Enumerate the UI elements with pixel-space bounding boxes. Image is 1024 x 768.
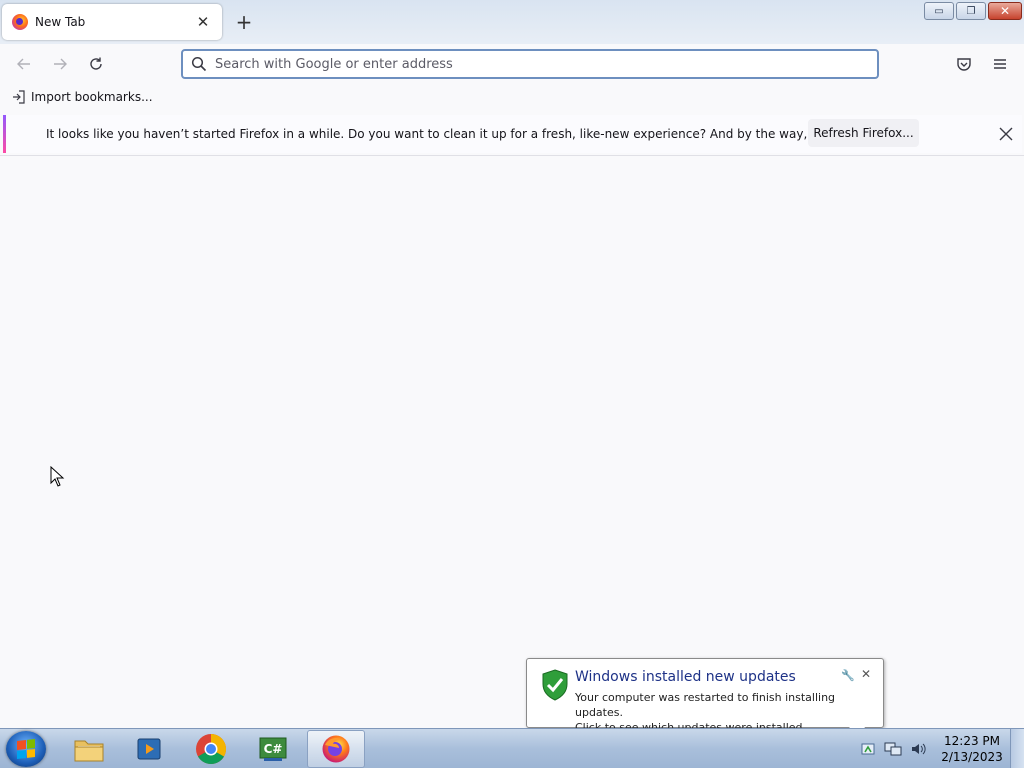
forward-button[interactable] [48, 52, 72, 76]
start-button[interactable] [6, 731, 46, 767]
firefox-icon [12, 14, 28, 30]
tab-strip: New Tab ✕ + ▭ ❐ ✕ [0, 0, 1024, 44]
search-input[interactable] [215, 56, 877, 72]
bookmarks-toolbar: Import bookmarks... [0, 84, 1024, 114]
clock-date: 2/13/2023 [941, 750, 1003, 764]
network-icon[interactable] [884, 741, 902, 757]
forward-arrow-icon [54, 58, 67, 70]
taskbar-csharp[interactable]: C# [244, 730, 302, 768]
notification-message: It looks like you haven’t started Firefo… [46, 127, 902, 141]
windows-update-balloon[interactable]: Windows installed new updates Your compu… [526, 658, 884, 737]
reload-button[interactable] [84, 52, 108, 76]
import-bookmarks-button[interactable]: Import bookmarks... [12, 90, 153, 104]
chrome-icon [196, 734, 227, 765]
import-bookmarks-label: Import bookmarks... [31, 90, 153, 104]
mouse-pointer-icon [50, 466, 65, 487]
window-controls: ▭ ❐ ✕ [924, 2, 1022, 20]
back-button[interactable] [12, 52, 36, 76]
taskbar-chrome[interactable] [182, 730, 240, 768]
balloon-title: Windows installed new updates [575, 669, 796, 685]
taskbar-media-player[interactable] [120, 730, 178, 768]
taskbar-firefox[interactable] [307, 730, 365, 768]
balloon-body-line-1: Your computer was restarted to finish in… [575, 691, 836, 719]
taskbar: C# 12:23 PM 2/13/2023 [0, 728, 1024, 768]
balloon-close-button[interactable]: ✕ [861, 667, 871, 681]
windows-logo-icon [17, 739, 35, 759]
notification-close-button[interactable] [996, 124, 1016, 144]
tab-title: New Tab [35, 15, 86, 29]
search-icon [191, 56, 207, 72]
folder-icon [74, 740, 104, 762]
taskbar-clock[interactable]: 12:23 PM 2/13/2023 [940, 733, 1004, 765]
clock-time: 12:23 PM [944, 734, 1000, 748]
system-tray [860, 729, 928, 768]
tab-close-button[interactable]: ✕ [194, 13, 212, 31]
navigation-toolbar [0, 44, 1024, 84]
pocket-icon [957, 58, 971, 71]
show-desktop-button[interactable] [1010, 729, 1024, 768]
restore-button[interactable]: ❐ [956, 2, 986, 20]
update-notification-icon[interactable] [860, 741, 876, 757]
hamburger-menu-icon [994, 59, 1006, 69]
minimize-button[interactable]: ▭ [924, 2, 954, 20]
shield-check-icon [542, 669, 568, 701]
svg-text:C#: C# [264, 742, 283, 756]
refresh-firefox-notification: It looks like you haven’t started Firefo… [3, 115, 1022, 153]
page-content-area [0, 156, 1024, 728]
menu-button[interactable] [988, 52, 1012, 76]
close-icon [999, 127, 1013, 141]
media-player-icon [137, 738, 161, 760]
taskbar-explorer[interactable] [60, 730, 118, 768]
address-bar[interactable] [181, 49, 879, 79]
reload-icon [90, 57, 102, 70]
import-icon [13, 90, 25, 104]
tab-new-tab[interactable]: New Tab ✕ [2, 4, 222, 40]
firefox-icon [322, 735, 350, 763]
back-arrow-icon [17, 58, 30, 70]
new-tab-button[interactable]: + [234, 12, 254, 32]
csharp-icon: C# [259, 737, 287, 761]
volume-icon[interactable] [910, 741, 928, 757]
refresh-firefox-button[interactable]: Refresh Firefox... [808, 119, 919, 147]
close-window-button[interactable]: ✕ [988, 2, 1022, 20]
balloon-options-icon[interactable]: 🔧 [841, 669, 855, 682]
pocket-button[interactable] [952, 52, 976, 76]
